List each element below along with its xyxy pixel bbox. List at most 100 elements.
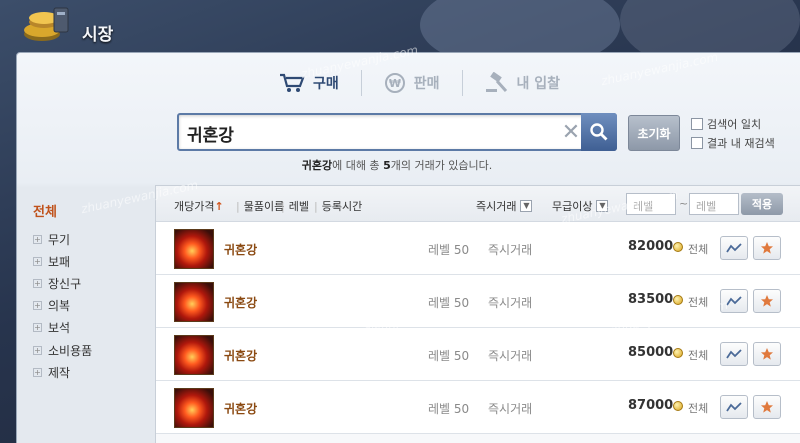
category-sidebar: 전체 + 무기 + 보패 + 장신구 + 의복 + 보석 + 소비용품 + 제작: [17, 193, 155, 443]
gold-coin-icon: [673, 401, 683, 411]
listing-row[interactable]: 귀혼강 레벨 50 즉시거래 87000 전체: [156, 381, 800, 434]
sort-price-label: 개당가격: [174, 200, 215, 213]
star-icon: [761, 242, 773, 254]
exact-match-checkbox[interactable]: [691, 118, 703, 130]
listing-row[interactable]: 귀혼강 레벨 50 즉시거래 85000 전체: [156, 328, 800, 381]
tab-my-bids-label: 내 입찰: [516, 76, 561, 92]
exact-match-option[interactable]: 검색어 일치: [691, 116, 761, 132]
sort-name[interactable]: | 물품이름: [236, 198, 284, 214]
gavel-icon: [485, 72, 507, 93]
cart-icon: [280, 73, 305, 92]
price-chart-button[interactable]: [720, 289, 748, 313]
expand-icon[interactable]: +: [33, 256, 42, 266]
trade-scope: 전체: [688, 402, 709, 415]
listing-row[interactable]: 귀혼강 레벨 50 즉시거래 82000 전체: [156, 222, 800, 275]
gold-coin-icon: [673, 242, 683, 252]
trade-scope: 전체: [688, 243, 709, 256]
tab-my-bids[interactable]: 내 입찰: [463, 67, 583, 99]
star-icon: [761, 295, 773, 307]
trade-type: 즉시거래: [488, 243, 533, 257]
search-within-checkbox[interactable]: [691, 137, 703, 149]
trade-type: 즉시거래: [488, 349, 533, 363]
favorite-button[interactable]: [753, 395, 781, 419]
trade-type: 즉시거래: [488, 296, 533, 310]
trade-type-label: 즉시거래: [476, 200, 517, 213]
search-icon: [590, 123, 608, 141]
listing-row[interactable]: 귀혼강 레벨 50 즉시거래 83500 전체: [156, 275, 800, 328]
grade-label: 무급이상: [552, 200, 593, 213]
sort-price[interactable]: 개당가격 ↑: [174, 198, 224, 214]
price-chart-button[interactable]: [720, 395, 748, 419]
category-crafting[interactable]: + 제작: [33, 361, 155, 383]
search-button[interactable]: [581, 113, 617, 151]
trade-scope: 전체: [688, 349, 709, 362]
trade-scope: 전체: [688, 296, 709, 309]
sort-time[interactable]: | 등록시간: [314, 198, 362, 214]
item-level: 레벨 50: [428, 243, 470, 257]
price-chart-button[interactable]: [720, 342, 748, 366]
window-title: 시장: [82, 25, 114, 45]
header-divider: |: [236, 199, 240, 213]
item-icon: [174, 388, 214, 428]
exact-match-label: 검색어 일치: [707, 118, 762, 131]
category-label: 소비용품: [48, 343, 93, 358]
level-max-input[interactable]: 레벨: [689, 193, 739, 215]
expand-icon[interactable]: +: [33, 278, 42, 288]
sort-level[interactable]: | 레벨: [281, 198, 309, 214]
result-summary: 귀혼강에 대해 총 5개의 거래가 있습니다.: [177, 157, 617, 173]
item-name[interactable]: 귀혼강: [224, 347, 257, 364]
category-label: 장신구: [48, 276, 82, 291]
reset-button[interactable]: 초기화: [628, 115, 680, 151]
favorite-button[interactable]: [753, 236, 781, 260]
item-price: 87000: [628, 398, 674, 413]
chart-icon: [726, 296, 742, 306]
result-text: 에 대해 총: [332, 159, 384, 172]
category-label: 의복: [48, 299, 71, 314]
item-name[interactable]: 귀혼강: [224, 241, 257, 258]
tab-bar: 구매 ₩ 판매 내 입찰: [257, 67, 582, 99]
sort-level-label: 레벨: [288, 200, 309, 213]
grade-select[interactable]: 무급이상 ▼: [552, 198, 609, 214]
sort-time-label: 등록시간: [321, 200, 363, 213]
chevron-down-icon: ▼: [596, 200, 609, 212]
expand-icon[interactable]: +: [33, 234, 42, 244]
clear-icon[interactable]: ✕: [560, 122, 582, 144]
trade-type-select[interactable]: 즉시거래 ▼: [476, 198, 533, 214]
chart-icon: [726, 402, 742, 412]
expand-icon[interactable]: +: [33, 345, 42, 355]
item-name[interactable]: 귀혼강: [224, 400, 257, 417]
item-name[interactable]: 귀혼강: [224, 294, 257, 311]
trade-type: 즉시거래: [488, 402, 533, 416]
search-within-option[interactable]: 결과 내 재검색: [691, 135, 775, 151]
search-input[interactable]: [187, 119, 547, 147]
price-chart-button[interactable]: [720, 236, 748, 260]
tab-buy[interactable]: 구매: [257, 67, 361, 99]
level-range-separator: ~: [679, 197, 689, 210]
apply-button[interactable]: 적용: [741, 193, 783, 215]
category-gem[interactable]: + 보석: [33, 317, 155, 339]
tab-sell[interactable]: ₩ 판매: [362, 67, 462, 99]
expand-icon[interactable]: +: [33, 301, 42, 311]
search-within-label: 결과 내 재검색: [707, 137, 775, 150]
expand-icon[interactable]: +: [33, 367, 42, 377]
category-clothing[interactable]: + 의복: [33, 295, 155, 317]
chevron-down-icon: ▼: [520, 200, 533, 212]
category-all[interactable]: 전체: [33, 201, 155, 220]
category-accessory[interactable]: + 장신구: [33, 272, 155, 294]
sell-icon: ₩: [384, 73, 405, 93]
category-weapon[interactable]: + 무기: [33, 228, 155, 250]
favorite-button[interactable]: [753, 342, 781, 366]
category-treasure[interactable]: + 보패: [33, 250, 155, 272]
star-icon: [761, 348, 773, 360]
category-label: 제작: [48, 365, 71, 380]
item-price: 82000: [628, 239, 674, 254]
level-min-input[interactable]: 레벨: [626, 193, 676, 215]
favorite-button[interactable]: [753, 289, 781, 313]
svg-text:₩: ₩: [389, 77, 401, 90]
expand-icon[interactable]: +: [33, 323, 42, 333]
title-bar[interactable]: 시장: [0, 0, 800, 52]
item-level: 레벨 50: [428, 349, 470, 363]
item-level: 레벨 50: [428, 296, 470, 310]
category-consumable[interactable]: + 소비용품: [33, 339, 155, 361]
category-label: 보석: [48, 321, 71, 336]
